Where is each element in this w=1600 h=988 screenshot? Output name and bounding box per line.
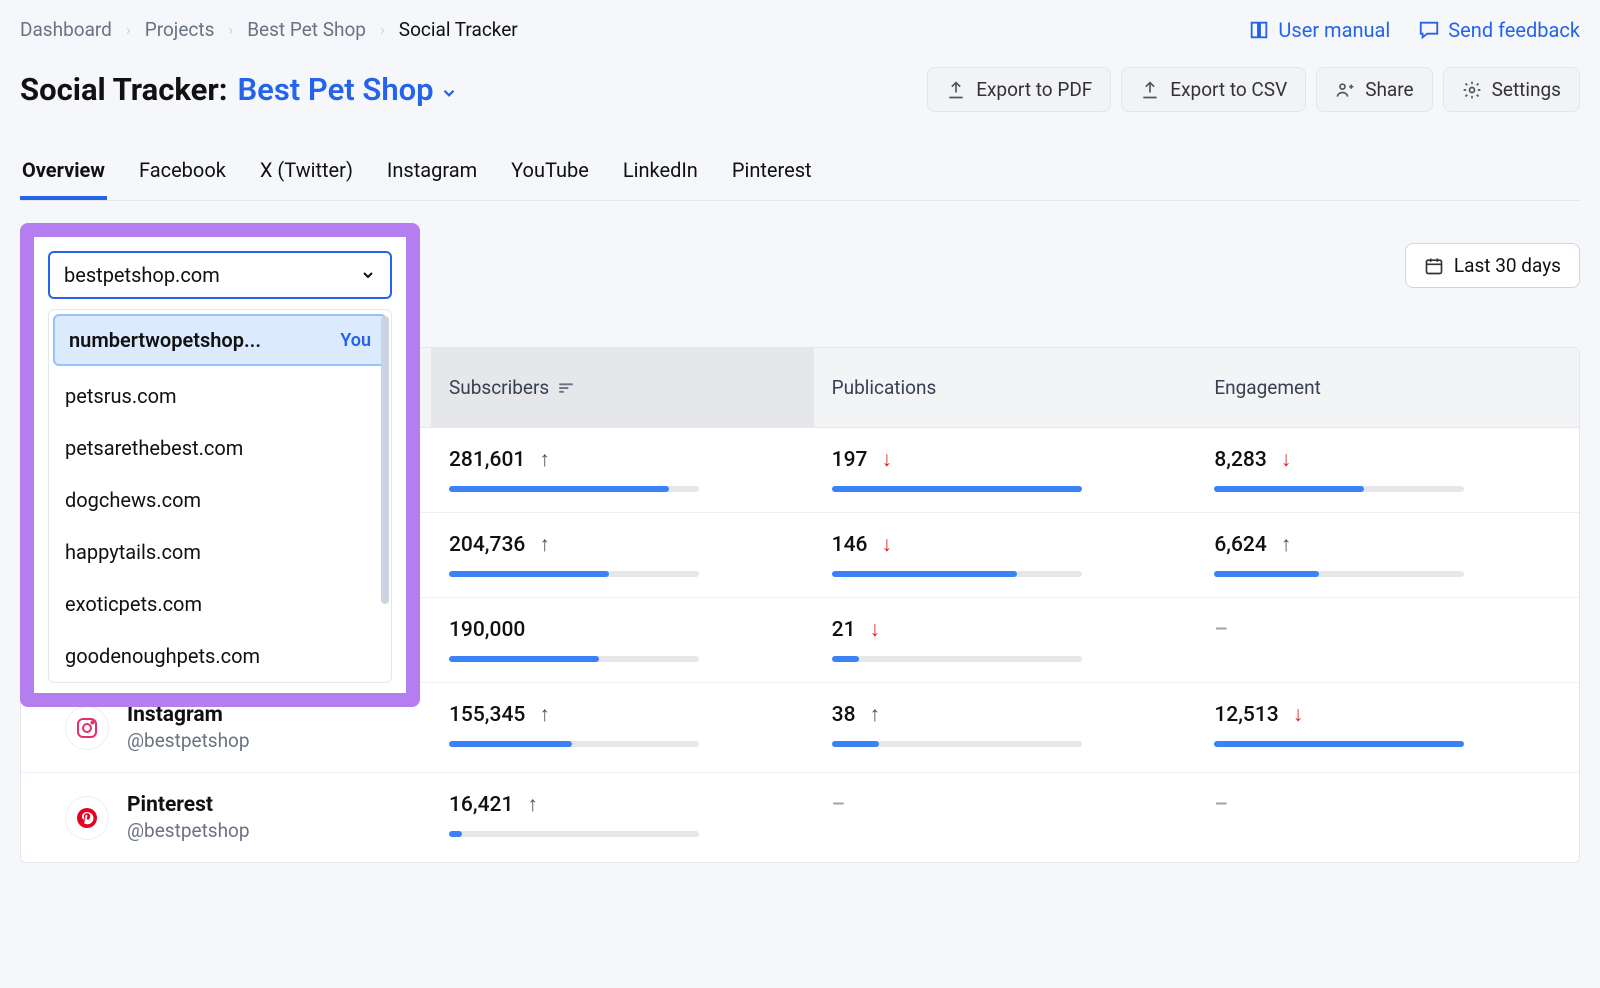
project-switcher[interactable]: Best Pet Shop — [237, 71, 457, 108]
pinterest-icon — [65, 796, 109, 840]
domain-option[interactable]: happytails.com — [49, 526, 391, 578]
tab-youtube[interactable]: YouTube — [509, 158, 591, 200]
subscribers-bar — [449, 486, 699, 492]
tab-pinterest[interactable]: Pinterest — [730, 158, 814, 200]
publications-bar — [832, 656, 1082, 662]
date-range-label: Last 30 days — [1454, 254, 1561, 277]
table-row: Pinterest@bestpetshop 16,421 ↑ – – — [21, 773, 1579, 862]
share-button[interactable]: Share — [1316, 67, 1432, 112]
settings-label: Settings — [1492, 78, 1561, 101]
project-name: Best Pet Shop — [237, 71, 433, 108]
domain-dropdown: numbertwopetshop... You petsrus.com pets… — [48, 309, 392, 683]
domain-option[interactable]: petsrus.com — [49, 370, 391, 422]
network-name: Pinterest — [127, 793, 250, 817]
title-prefix: Social Tracker: — [20, 71, 227, 108]
export-pdf-label: Export to PDF — [976, 78, 1092, 101]
page-title: Social Tracker: Best Pet Shop — [20, 71, 458, 108]
date-range-button[interactable]: Last 30 days — [1405, 243, 1580, 288]
user-manual-label: User manual — [1278, 18, 1390, 42]
subscribers-bar — [449, 571, 699, 577]
breadcrumb-project[interactable]: Best Pet Shop — [247, 18, 366, 41]
chevron-right-icon: › — [380, 20, 385, 39]
tab-linkedin[interactable]: LinkedIn — [621, 158, 700, 200]
gear-icon — [1462, 80, 1482, 100]
domain-option[interactable]: dogchews.com — [49, 474, 391, 526]
chevron-right-icon: › — [228, 20, 233, 39]
engagement-value: – — [1214, 793, 1227, 817]
instagram-icon — [65, 706, 109, 750]
domain-option-label: goodenoughpets.com — [65, 644, 260, 668]
subscribers-bar — [449, 741, 699, 747]
domain-option[interactable]: petsarethebest.com — [49, 422, 391, 474]
domain-option[interactable]: numbertwopetshop... You — [53, 314, 387, 366]
export-csv-label: Export to CSV — [1170, 78, 1287, 101]
engagement-bar — [1214, 741, 1464, 747]
network-handle: @bestpetshop — [127, 729, 250, 752]
share-icon — [1335, 80, 1355, 100]
domain-option[interactable]: exoticpets.com — [49, 578, 391, 630]
tab-overview[interactable]: Overview — [20, 158, 107, 200]
tab-facebook[interactable]: Facebook — [137, 158, 228, 200]
domain-option-label: petsrus.com — [65, 384, 177, 408]
calendar-icon — [1424, 256, 1444, 276]
tab-instagram[interactable]: Instagram — [385, 158, 479, 200]
breadcrumb-projects[interactable]: Projects — [145, 18, 215, 41]
domain-option-label: numbertwopetshop... — [69, 328, 261, 352]
send-feedback-label: Send feedback — [1448, 18, 1580, 42]
feedback-icon — [1418, 19, 1440, 41]
share-label: Share — [1365, 78, 1413, 101]
export-csv-button[interactable]: Export to CSV — [1121, 67, 1306, 112]
domain-selector-highlight: bestpetshop.com numbertwopetshop... You … — [20, 223, 420, 707]
you-badge: You — [340, 330, 371, 351]
breadcrumb-dashboard[interactable]: Dashboard — [20, 18, 112, 41]
domain-option-label: exoticpets.com — [65, 592, 202, 616]
export-pdf-button[interactable]: Export to PDF — [927, 67, 1111, 112]
user-manual-link[interactable]: User manual — [1248, 18, 1390, 42]
publications-bar — [832, 571, 1082, 577]
settings-button[interactable]: Settings — [1443, 67, 1580, 112]
domain-option-label: petsarethebest.com — [65, 436, 243, 460]
upload-icon — [1140, 80, 1160, 100]
subscribers-bar — [449, 831, 699, 837]
publications-value: – — [832, 793, 845, 817]
domain-select-value: bestpetshop.com — [64, 263, 220, 287]
dropdown-scrollbar[interactable] — [381, 316, 389, 676]
send-feedback-link[interactable]: Send feedback — [1418, 18, 1580, 42]
chevron-down-icon — [440, 84, 458, 102]
chevron-down-icon — [360, 267, 376, 283]
chevron-right-icon: › — [126, 20, 131, 39]
subscribers-bar — [449, 656, 699, 662]
publications-bar — [832, 741, 1082, 747]
book-icon — [1248, 19, 1270, 41]
engagement-bar — [1214, 486, 1464, 492]
tabs: Overview Facebook X (Twitter) Instagram … — [20, 158, 1580, 201]
domain-option[interactable]: goodenoughpets.com — [49, 630, 391, 682]
network-handle: @bestpetshop — [127, 819, 250, 842]
upload-icon — [946, 80, 966, 100]
publications-bar — [832, 486, 1082, 492]
domain-option-label: dogchews.com — [65, 488, 201, 512]
breadcrumb-current: Social Tracker — [399, 18, 518, 41]
tab-twitter[interactable]: X (Twitter) — [258, 158, 355, 200]
domain-select[interactable]: bestpetshop.com — [48, 251, 392, 299]
domain-option-label: happytails.com — [65, 540, 201, 564]
engagement-bar — [1214, 571, 1464, 577]
subscribers-value: 16,421 — [449, 793, 513, 817]
trend-up-icon: ↑ — [527, 793, 538, 817]
